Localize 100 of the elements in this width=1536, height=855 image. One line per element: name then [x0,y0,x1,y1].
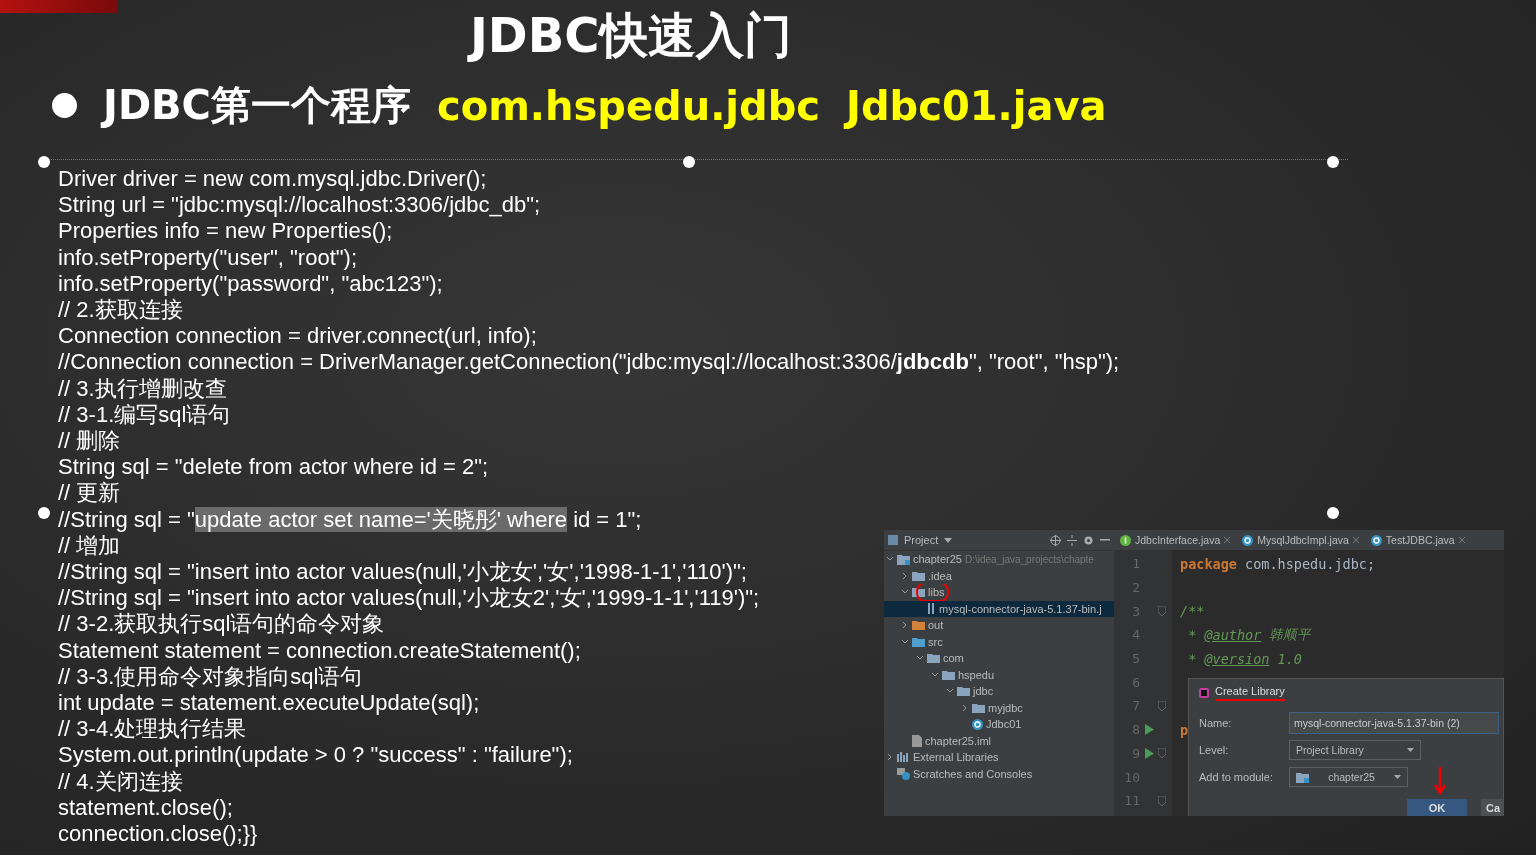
chevron-icon[interactable] [901,571,909,580]
code-line: int update = statement.executeUpdate(sql); [58,690,480,717]
code-line: //Connection connection = DriverManager.getConnection("jdbc:mysql://localhost:3306/jdbcdb", "root", "hsp"); [58,349,1120,376]
chevron-icon[interactable] [931,670,939,679]
minimize-icon[interactable] [1100,539,1110,541]
collapse-icon[interactable] [1067,534,1077,546]
dialog-title: Create Library [1215,685,1285,701]
code-line: info.setProperty("user", "root"); [58,244,357,271]
fold-icon[interactable] [1158,606,1166,617]
folder-icon [972,702,985,713]
code-token: 韩顺平 [1268,625,1312,644]
close-icon[interactable] [1458,537,1465,543]
close-icon[interactable] [1352,537,1359,543]
resize-handle[interactable] [1327,156,1339,168]
code-line: // 3-2.获取执行sql语句的命令对象 [58,611,385,638]
class-icon [1370,534,1382,546]
code-line: String sql = "delete from actor where id = 2"; [58,454,489,481]
dropdown[interactable]: chapter25 [1289,767,1408,788]
code-token: @author [1204,626,1262,643]
code-line: System.out.println(update > 0 ? "success" : "failure"); [58,742,573,769]
code-line: Properties info = new Properties(); [58,218,393,245]
tree-item[interactable]: External Libraries [884,749,1114,766]
code-line: String url = "jdbc:mysql://localhost:3306/jdbc_db"; [58,192,541,219]
name-field[interactable]: mysql-connector-java-5.1.37-bin (2) [1289,711,1499,734]
code-token: /** [1180,603,1205,620]
editor-tab[interactable]: JdbcInterface.java [1114,530,1237,550]
code-line: //String sql = "insert into actor values(null,'小龙女2','女','1999-1-1','119')"; [58,585,760,612]
field-label: Level: [1199,744,1230,756]
code-line: // 3-1.编写sql语句 [58,401,231,429]
field-label: Name: [1199,716,1233,729]
tree-item[interactable]: hspedu [884,666,1114,683]
folder-icon [957,686,970,697]
editor-tab[interactable]: TestJDBC.java [1364,530,1471,550]
code-token: p [1180,721,1189,738]
code-line: // 删除 [58,428,121,455]
close-icon[interactable] [1224,537,1231,543]
code-line: // 增加 [58,532,121,560]
code-line: // 3-4.处理执行结果 [58,716,247,743]
tree-item[interactable]: com [884,650,1114,667]
arrow-annotation [1433,767,1447,795]
editor-tab[interactable]: MysqlJdbcImpl.java [1236,530,1365,550]
libraries-icon [897,752,910,763]
tree-item[interactable]: chapter25 D:\idea_java_projects\chapte [884,551,1114,568]
panel-title[interactable]: Project [904,534,939,546]
code-line: // 更新 [58,480,121,507]
code-line: // 4.关闭连接 [58,768,183,795]
app-icon [1199,688,1209,698]
interface-icon [1120,534,1131,546]
code-line: //String sql = "update actor set name='关晓彤' where id = 1"; [58,506,642,533]
run-icon[interactable] [1144,724,1154,736]
bullet-icon [52,93,77,118]
code-token: package [1180,555,1237,572]
tree-item[interactable]: jdbc [884,683,1114,700]
resize-handle[interactable] [1327,507,1339,519]
package-name: com.hspedu.jdbc [436,82,821,129]
path-text: D:\idea_java_projects\chapte [964,553,1094,565]
tree-item[interactable]: mysql-connector-java-5.1.37-bin.j [884,600,1114,617]
code-line: info.setProperty("password", "abc123"); [58,270,443,297]
caret-icon[interactable] [944,537,953,543]
tree-item[interactable]: chapter25.iml [884,732,1114,749]
code-token: com.hspedu.jdbc; [1244,555,1376,572]
folder-icon [942,669,955,680]
tree-item[interactable]: Scratches and Consoles [884,765,1114,782]
chevron-icon[interactable] [901,621,909,630]
folder-icon [912,620,925,631]
dropdown[interactable]: Project Library [1289,740,1421,760]
panel-icon [888,535,898,545]
code-token: @version [1204,650,1270,667]
dialog-button[interactable]: OK [1407,799,1467,816]
code-line: // 2.获取连接 [58,297,183,324]
resize-handle[interactable] [38,507,50,519]
folder-icon [912,570,925,581]
fold-icon[interactable] [1158,700,1166,711]
fold-icon[interactable] [1158,748,1166,759]
resize-handle[interactable] [38,156,50,168]
caret-icon [1394,775,1401,780]
fold-icon[interactable] [1158,795,1166,806]
folder-icon [912,587,925,598]
target-icon[interactable] [1050,534,1061,546]
run-icon[interactable] [1144,747,1154,759]
tree-item[interactable]: myjdbc [884,699,1114,716]
class-icon [1242,534,1254,546]
chevron-icon[interactable] [901,637,909,646]
chevron-icon[interactable] [886,753,894,762]
code-line: Driver driver = new com.mysql.jdbc.Driver(); [58,166,487,193]
code-token: * [1187,626,1198,643]
module-icon [897,553,910,565]
scratches-icon [897,767,910,780]
tree-item[interactable]: .idea [884,567,1114,584]
code-line: Statement statement = connection.createStatement(); [58,637,581,664]
tree-item[interactable]: out [884,617,1114,634]
dialog-button[interactable]: Ca [1481,799,1504,816]
code-line: Connection connection = driver.connect(url, info); [58,323,537,350]
resize-handle[interactable] [683,156,695,168]
tree-item[interactable]: Jdbc01 [884,716,1114,733]
tree-item[interactable]: src [884,633,1114,650]
code-line: // 3-3.使用命令对象指向sql语句 [58,663,363,691]
code-line: // 3.执行增删改查 [58,375,227,402]
settings-icon[interactable] [1083,534,1094,546]
chevron-icon[interactable] [961,703,969,712]
